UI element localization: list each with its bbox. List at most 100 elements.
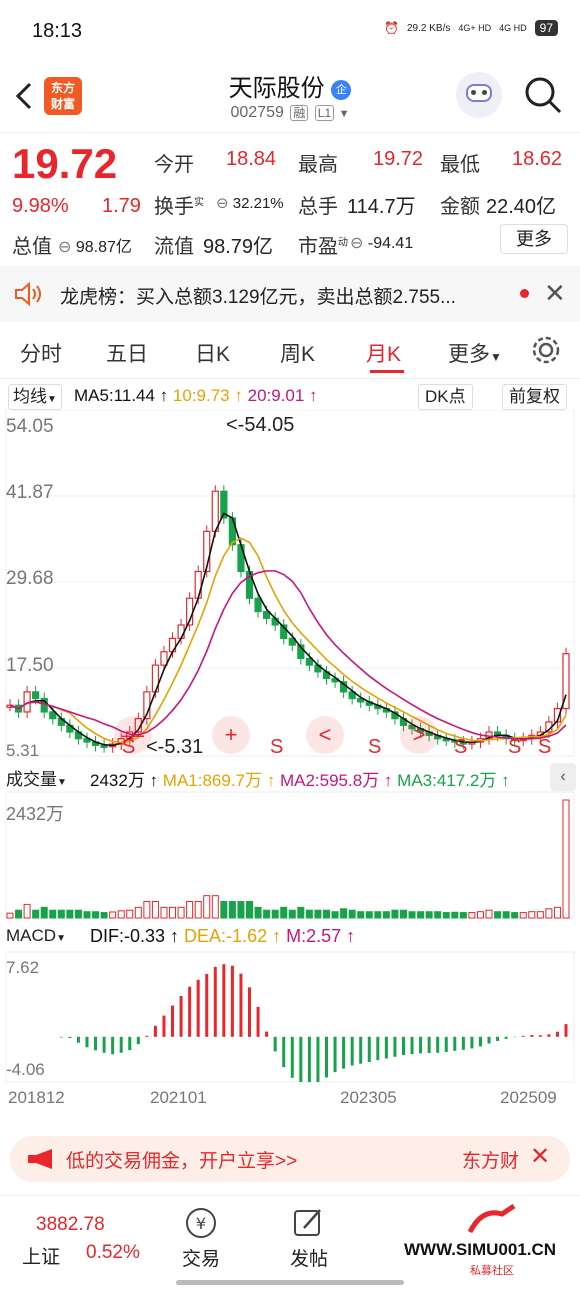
promo-banner[interactable]: 低的交易佣金，开户立享>> 东方财 ✕	[10, 1136, 570, 1182]
volume-bar	[40, 906, 48, 919]
trade-label[interactable]: 交易	[182, 1244, 220, 1271]
index-value[interactable]: 3882.78	[36, 1214, 105, 1236]
volume-bar	[502, 911, 510, 919]
bottom-nav: 3882.78 上证 0.52% ¥ 交易 发帖 WWW.SIMU001.CN …	[0, 1195, 580, 1289]
last-price: 19.72	[12, 140, 118, 187]
more-button[interactable]: 更多	[500, 224, 568, 254]
volume-panel-frame	[5, 791, 575, 919]
info-icon[interactable]: ⊖	[216, 195, 229, 212]
ma20-value: 20:9.01 ↑	[247, 386, 318, 405]
volume-bar	[357, 911, 365, 919]
macd-bar	[76, 1036, 80, 1043]
macd-bar	[145, 1035, 149, 1037]
robot-avatar-icon[interactable]	[456, 72, 502, 118]
macd-bar	[213, 966, 217, 1037]
index-name[interactable]: 上证	[22, 1242, 60, 1269]
post-label[interactable]: 发帖	[290, 1244, 328, 1271]
volume-bar	[220, 901, 228, 919]
badge-icon: 企	[331, 79, 352, 100]
volume-bar	[425, 911, 433, 919]
price-tick: 17.50	[6, 655, 54, 676]
info-icon[interactable]: ⊖	[350, 235, 363, 252]
volume-bar	[169, 906, 177, 919]
stock-header: 东方财富 天际股份 企 002759 融 L1 ▼	[0, 62, 580, 132]
collapse-panel-icon[interactable]: ‹	[550, 763, 576, 791]
macd-bar	[427, 1036, 431, 1053]
amount-label: 金额	[440, 196, 480, 218]
turnover-value: ⊖ 32.21%	[216, 194, 284, 212]
volume-bar	[476, 911, 484, 919]
macd-bar	[119, 1036, 123, 1053]
turnover-label: 换手实	[154, 190, 204, 219]
tab-more[interactable]: 更多▼	[448, 338, 502, 368]
home-indicator	[176, 1280, 404, 1285]
candle-body	[32, 691, 40, 700]
scroll-left-button[interactable]: <	[306, 716, 344, 754]
volume-bar	[271, 909, 279, 919]
tab-daily-k[interactable]: 日K	[195, 338, 230, 368]
code-text: 002759	[230, 104, 284, 121]
volume-bar	[134, 906, 142, 919]
volume-select[interactable]: 成交量▼	[6, 765, 67, 790]
candle-body	[254, 597, 262, 613]
volume-bar	[297, 906, 305, 919]
volume-bar	[322, 909, 330, 919]
volume-bar	[160, 906, 168, 919]
trade-icon[interactable]: ¥	[184, 1206, 218, 1240]
macd-bar	[307, 1036, 311, 1082]
zoom-in-button[interactable]: +	[212, 716, 250, 754]
scroll-right-button[interactable]: >	[400, 716, 438, 754]
volume-legend: 2432万 ↑ MA1:869.7万 ↑ MA2:595.8万 ↑ MA3:41…	[90, 766, 510, 791]
macd-bar	[547, 1034, 551, 1037]
tab-five-day[interactable]: 五日	[106, 338, 148, 368]
macd-bar	[196, 979, 200, 1037]
tab-weekly-k[interactable]: 周K	[280, 338, 315, 368]
sell-signal: S	[122, 736, 136, 758]
info-icon[interactable]: ⊖	[58, 239, 71, 256]
volume-bar	[340, 908, 348, 919]
volume-bar	[254, 906, 262, 919]
macd-bar	[376, 1036, 380, 1061]
macd-bar	[299, 1036, 303, 1082]
volume-bar	[237, 901, 245, 919]
unread-dot	[520, 289, 529, 298]
volume-bar	[6, 912, 14, 919]
macd-bar	[470, 1036, 474, 1049]
tab-monthly-k[interactable]: 月K	[366, 338, 401, 368]
low-value: 18.62	[512, 148, 563, 170]
quote-price: 19.72	[12, 140, 117, 188]
macd-bar	[478, 1036, 482, 1047]
ma-select[interactable]: 均线▼	[8, 384, 62, 410]
volume-bar	[528, 911, 536, 919]
ma-legend: MA5:11.44 ↑ 10:9.73 ↑ 20:9.01 ↑	[74, 386, 318, 406]
sell-signal: S	[270, 736, 284, 758]
close-icon[interactable]: ✕	[530, 1142, 550, 1171]
svg-text:¥: ¥	[196, 1214, 206, 1233]
macd-dea: DEA:-1.62 ↑	[184, 926, 282, 946]
post-edit-icon[interactable]	[292, 1206, 326, 1240]
macd-bar	[453, 1036, 457, 1051]
ma5-line	[9, 512, 567, 747]
candle-body	[177, 624, 185, 639]
macd-select[interactable]: MACD▼	[6, 926, 66, 946]
chart-grid	[5, 410, 575, 1083]
settings-gear-icon[interactable]	[530, 334, 562, 366]
macd-bar	[530, 1035, 534, 1037]
macd-bar	[316, 1036, 320, 1082]
index-pct[interactable]: 0.52%	[86, 1242, 140, 1264]
price-tick: 41.87	[6, 482, 54, 503]
volume-bar	[280, 906, 288, 919]
volume-ma3: MA3:417.2万 ↑	[397, 771, 510, 790]
close-icon[interactable]: ✕	[544, 278, 566, 309]
dropdown-icon[interactable]: ▼	[339, 108, 350, 120]
adjust-button[interactable]: 前复权	[502, 384, 567, 410]
watermark-sub: 私募社区	[470, 1265, 514, 1277]
tab-intraday[interactable]: 分时	[20, 338, 62, 368]
volume-bar	[15, 909, 23, 919]
macd-bar	[342, 1036, 346, 1069]
notice-bar[interactable]: 龙虎榜：买入总额3.129亿元，卖出总额2.755... ✕	[0, 266, 580, 322]
dk-button[interactable]: DK点	[418, 384, 473, 410]
macd-dif: DIF:-0.33 ↑	[90, 926, 180, 946]
watermark-text: WWW.SIMU001.CN	[404, 1240, 557, 1259]
search-icon[interactable]	[522, 74, 564, 116]
